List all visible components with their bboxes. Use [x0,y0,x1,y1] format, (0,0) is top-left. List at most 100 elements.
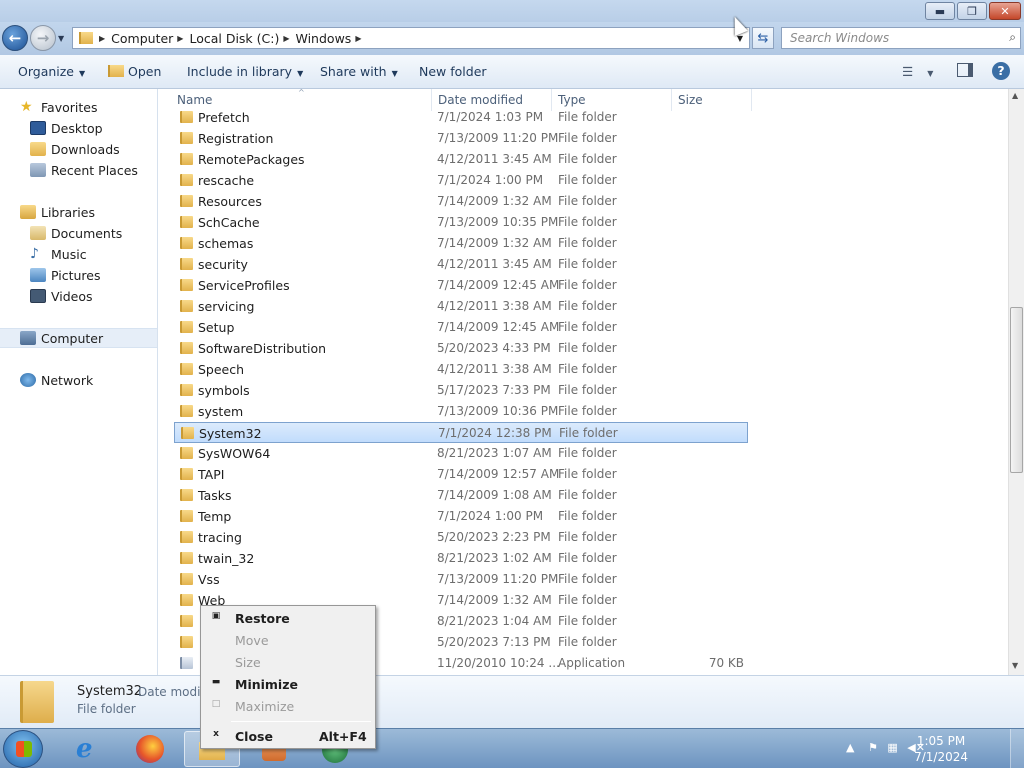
music-icon: ♪ [30,246,39,262]
column-header-size[interactable]: Size [678,93,703,107]
file-date: 4/12/2011 3:38 AM [437,362,552,376]
column-header-name[interactable]: Name [177,93,212,107]
show-hidden-icons-icon[interactable]: ▲ [846,741,854,754]
scroll-down-icon[interactable]: ▼ [1012,661,1018,670]
open-label: Open [128,64,162,79]
scroll-up-icon[interactable]: ▲ [1012,91,1018,100]
scrollbar-thumb[interactable] [1010,307,1023,473]
file-date: 7/13/2009 11:20 PM [437,572,559,586]
table-row[interactable]: Prefetch 7/1/2024 1:03 PM File folder [174,107,748,128]
breadcrumb-arrow-icon[interactable]: ▶ [355,34,361,43]
table-row[interactable]: Vss 7/13/2009 11:20 PM File folder [174,569,748,590]
table-row[interactable]: Resources 7/14/2009 1:32 AM File folder [174,191,748,212]
nav-favorites[interactable]: ★ Favorites [20,97,97,117]
file-name: Vss [198,572,220,587]
file-name: Temp [198,509,232,524]
change-view-button[interactable]: ☰ ▼ [902,64,933,79]
close-button[interactable]: ✕ [989,2,1021,20]
organize-button[interactable]: Organize ▼ [18,64,85,79]
address-bar[interactable]: ▶ Computer ▶ Local Disk (C:) ▶ Windows ▶… [72,27,750,49]
refresh-button[interactable]: ⇆ [752,27,774,49]
show-desktop-button[interactable] [1010,729,1024,769]
help-button[interactable]: ? [992,62,1010,80]
breadcrumb-windows[interactable]: Windows [296,31,352,46]
column-divider[interactable] [751,89,752,111]
column-header-date[interactable]: Date modified [438,93,523,107]
clock[interactable]: 1:05 PM 7/1/2024 [914,733,968,765]
table-row[interactable]: security 4/12/2011 3:45 AM File folder [174,254,748,275]
recent-pages-dropdown[interactable]: ▼ [58,34,64,43]
new-folder-button[interactable]: New folder [419,64,487,79]
search-icon[interactable]: ⌕ [1009,30,1016,45]
back-button[interactable]: ← [2,25,28,51]
file-type: File folder [558,194,617,208]
address-dropdown-icon[interactable]: ▼ [737,34,743,43]
nav-documents[interactable]: Documents [30,223,122,243]
table-row[interactable]: twain_32 8/21/2023 1:02 AM File folder [174,548,748,569]
column-header-type[interactable]: Type [558,93,586,107]
breadcrumb-local-disk[interactable]: Local Disk (C:) [189,31,279,46]
menu-item-move[interactable]: Move [203,630,373,652]
table-row[interactable]: symbols 5/17/2023 7:33 PM File folder [174,380,748,401]
nav-network[interactable]: Network [20,370,93,390]
folder-icon [181,427,194,439]
taskbar-internet-explorer[interactable]: e [64,731,120,767]
file-name: TAPI [198,467,225,482]
nav-desktop[interactable]: Desktop [30,118,103,138]
table-row[interactable]: SchCache 7/13/2009 10:35 PM File folder [174,212,748,233]
table-row[interactable]: RemotePackages 4/12/2011 3:45 AM File fold… [174,149,748,170]
breadcrumb-arrow-icon[interactable]: ▶ [99,34,105,43]
action-center-flag-icon[interactable]: ⚑ [868,741,878,754]
start-button[interactable] [3,730,43,768]
table-row[interactable]: Temp 7/1/2024 1:00 PM File folder [174,506,748,527]
menu-item-label: Minimize [235,677,298,692]
table-row[interactable]: system 7/13/2009 10:36 PM File folder [174,401,748,422]
file-date: 4/12/2011 3:45 AM [437,257,552,271]
menu-item-size[interactable]: Size [203,652,373,674]
minimize-button[interactable]: ▬ [925,2,955,20]
forward-button[interactable]: → [30,25,56,51]
taskbar-firefox[interactable] [124,731,180,767]
table-row[interactable]: Speech 4/12/2011 3:38 AM File folder [174,359,748,380]
table-row[interactable]: SoftwareDistribution 5/20/2023 4:33 PM Fil… [174,338,748,359]
menu-item-minimize[interactable]: ▬ Minimize [203,674,373,696]
file-name: Resources [198,194,262,209]
nav-music[interactable]: ♪ Music [30,244,87,264]
table-row[interactable]: Registration 7/13/2009 11:20 PM File folde… [174,128,748,149]
nav-videos[interactable]: Videos [30,286,93,306]
share-with-button[interactable]: Share with ▼ [320,64,398,79]
nav-recent-places[interactable]: Recent Places [30,160,138,180]
menu-item-restore[interactable]: ▣ Restore [203,608,373,630]
restore-button[interactable]: ❐ [957,2,987,20]
include-in-library-button[interactable]: Include in library ▼ [187,64,303,79]
table-row[interactable]: schemas 7/14/2009 1:32 AM File folder [174,233,748,254]
breadcrumb-computer[interactable]: Computer [111,31,173,46]
file-date: 4/12/2011 3:45 AM [437,152,552,166]
nav-downloads[interactable]: Downloads [30,139,120,159]
network-status-icon[interactable]: ▦ [887,741,897,754]
table-row[interactable]: TAPI 7/14/2009 12:57 AM File folder [174,464,748,485]
breadcrumb-arrow-icon[interactable]: ▶ [177,34,183,43]
menu-item-maximize[interactable]: □ Maximize [203,696,373,718]
menu-item-close[interactable]: x Close Alt+F4 [203,726,373,748]
internet-explorer-icon: e [76,734,93,764]
nav-libraries[interactable]: Libraries [20,202,95,222]
nav-pictures[interactable]: Pictures [30,265,101,285]
table-row[interactable]: ServiceProfiles 7/14/2009 12:45 AM File fo… [174,275,748,296]
table-row[interactable]: System32 7/1/2024 12:38 PM File folder [174,422,748,443]
table-row[interactable]: Tasks 7/14/2009 1:08 AM File folder [174,485,748,506]
nav-computer[interactable]: Computer [0,328,157,348]
file-name: schemas [198,236,254,251]
preview-pane-button[interactable] [957,63,973,77]
breadcrumb-arrow-icon[interactable]: ▶ [283,34,289,43]
table-row[interactable]: Setup 7/14/2009 12:45 AM File folder [174,317,748,338]
table-row[interactable]: SysWOW64 8/21/2023 1:07 AM File folder [174,443,748,464]
system-tray: ▲ ⚑ ▦ ◀✕ [846,741,925,754]
open-button[interactable]: Open [108,64,161,79]
table-row[interactable]: tracing 5/20/2023 2:23 PM File folder [174,527,748,548]
table-row[interactable]: rescache 7/1/2024 1:00 PM File folder [174,170,748,191]
search-input[interactable]: Search Windows ⌕ [781,27,1021,49]
table-row[interactable]: servicing 4/12/2011 3:38 AM File folder [174,296,748,317]
vertical-scrollbar[interactable]: ▲ ▼ [1008,89,1024,675]
forward-arrow-icon: → [36,29,50,47]
